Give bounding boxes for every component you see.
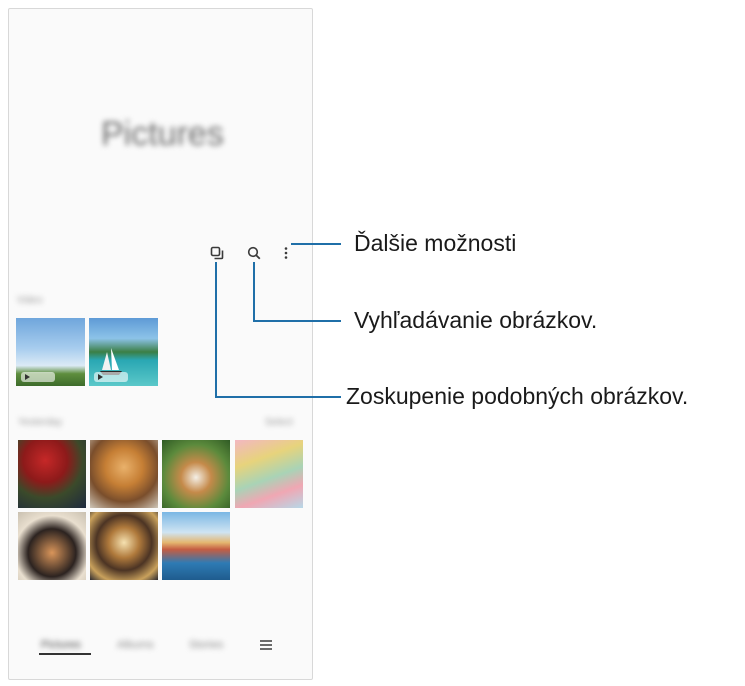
photo-thumbnail[interactable] — [235, 440, 303, 508]
toolbar — [9, 242, 312, 264]
hamburger-icon[interactable] — [258, 637, 274, 653]
callout-group-similar: Zoskupenie podobných obrázkov. — [346, 383, 689, 409]
photo-thumbnail[interactable] — [18, 440, 86, 508]
group-similar-icon[interactable] — [206, 242, 228, 264]
select-link[interactable]: Select — [265, 417, 293, 428]
play-icon — [94, 372, 128, 382]
callout-line-search — [253, 320, 341, 322]
play-icon — [21, 372, 55, 382]
phone-screen: Pictures Video Yesterday Select Pictures… — [8, 8, 313, 680]
more-options-icon[interactable] — [275, 242, 297, 264]
search-icon[interactable] — [243, 242, 265, 264]
video-thumbnail[interactable] — [16, 318, 85, 386]
callout-line-more-options — [291, 243, 341, 245]
photo-thumbnail[interactable] — [162, 512, 230, 580]
photo-thumbnail[interactable] — [18, 512, 86, 580]
tab-stories[interactable]: Stories — [189, 639, 223, 651]
callout-line-search — [253, 262, 255, 322]
tab-pictures[interactable]: Pictures — [41, 639, 81, 651]
photo-thumbnail[interactable] — [162, 440, 230, 508]
callout-line-group-similar — [215, 262, 217, 398]
video-thumbnail[interactable] — [89, 318, 158, 386]
callout-search: Vyhľadávanie obrázkov. — [354, 307, 598, 333]
yesterday-section-label: Yesterday — [18, 417, 63, 428]
app-title: Pictures — [101, 115, 224, 153]
photo-thumbnail[interactable] — [90, 440, 158, 508]
tab-albums[interactable]: Albums — [117, 639, 154, 651]
callout-more-options: Ďalšie možnosti — [354, 230, 517, 256]
videos-section-label: Video — [17, 295, 43, 306]
callout-line-group-similar — [215, 396, 341, 398]
bottom-navigation: Pictures Albums Stories — [9, 627, 312, 679]
photo-thumbnail[interactable] — [90, 512, 158, 580]
active-tab-indicator — [39, 653, 91, 655]
